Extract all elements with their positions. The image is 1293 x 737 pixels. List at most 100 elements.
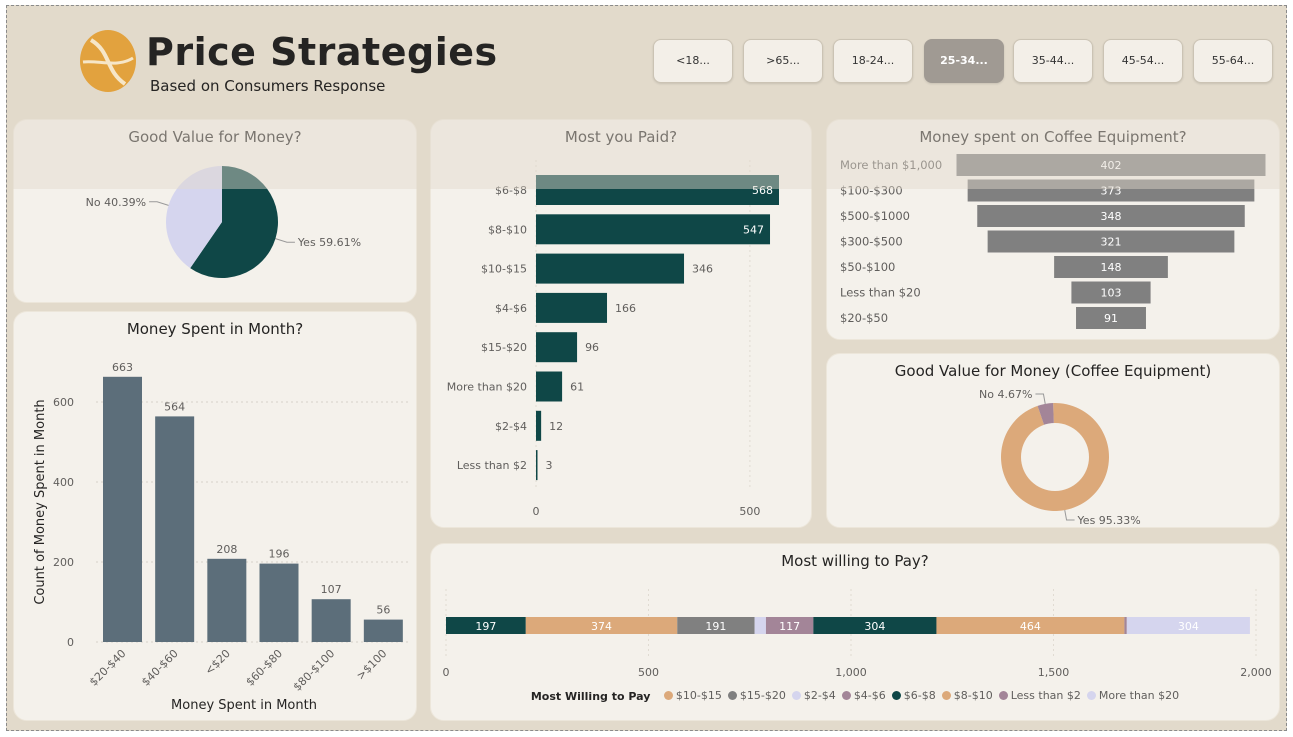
bar-10-15 bbox=[536, 253, 685, 284]
bar-60-80 bbox=[259, 563, 299, 642]
y-axis-title: Count of Money Spent in Month bbox=[33, 399, 48, 604]
bar-8-10 bbox=[536, 214, 771, 245]
x-tick-label: $40-$60 bbox=[139, 647, 181, 689]
bar-20-40 bbox=[103, 376, 142, 642]
stack-value-label: 464 bbox=[1020, 620, 1041, 633]
y-tick-label: 0 bbox=[67, 636, 74, 649]
bar-6-8 bbox=[536, 175, 779, 205]
most-paid-card: Most you Paid? $6-$8 568 $8-$10 547 $10-$15 3… bbox=[430, 119, 812, 528]
stack-segment-less-than-2 bbox=[1124, 617, 1127, 634]
legend-item-4-6[interactable]: $4-$6 bbox=[841, 689, 886, 702]
bar-value-label: 208 bbox=[216, 543, 237, 556]
bar-value-label: 547 bbox=[743, 223, 764, 236]
legend-item-10-15[interactable]: $10-$15 bbox=[663, 689, 722, 702]
dashboard-frame: Price Strategies Based on Consumers Resp… bbox=[6, 5, 1287, 731]
funnel-value-label: 148 bbox=[1101, 261, 1122, 274]
legend-swatch bbox=[663, 691, 673, 700]
most-paid-bar-chart: $6-$8 568 $8-$10 547 $10-$15 346 $4-$6 166 $15-$… bbox=[447, 160, 779, 518]
donut-label-yes: Yes 95.33% bbox=[1077, 514, 1141, 527]
x-tick-label: 0 bbox=[443, 666, 450, 679]
funnel-category-label: $50-$100 bbox=[840, 260, 895, 274]
stack-value-label: 117 bbox=[779, 620, 800, 633]
donut-hole bbox=[1021, 423, 1089, 491]
funnel-value-label: 321 bbox=[1101, 236, 1122, 249]
age-slicer-18-24[interactable]: 18-24... bbox=[833, 39, 913, 83]
legend-label: $2-$4 bbox=[803, 689, 836, 702]
legend-item-15-20[interactable]: $15-$20 bbox=[727, 689, 786, 702]
age-slicer-55-64[interactable]: 55-64... bbox=[1193, 39, 1273, 83]
age-slicer-18[interactable]: <18... bbox=[653, 39, 733, 83]
age-slicer-45-54[interactable]: 45-54... bbox=[1103, 39, 1183, 83]
money-spent-card: Money Spent in Month? 0 200 400 600 663 $20-$… bbox=[13, 311, 417, 721]
page-subtitle: Based on Consumers Response bbox=[150, 77, 386, 95]
bar-100 bbox=[363, 619, 403, 642]
x-tick-label: 2,000 bbox=[1240, 666, 1272, 679]
bar-4-6 bbox=[536, 292, 608, 323]
willing-to-pay-legend: Most Willing to Pay $10-$15 $15-$20 $2-$4 $… bbox=[431, 689, 1279, 703]
legend-label: $6-$8 bbox=[903, 689, 936, 702]
bar-value-label: 564 bbox=[164, 400, 185, 413]
bar-value-label: 107 bbox=[321, 583, 342, 596]
y-tick-label: More than $20 bbox=[447, 381, 527, 394]
x-tick-label: >$100 bbox=[354, 647, 390, 683]
pie-leader-yes bbox=[275, 238, 295, 243]
willing-to-pay-card: Most willing to Pay? 0 500 1,000 1,500 2,000… bbox=[430, 543, 1280, 721]
bar-value-label: 56 bbox=[376, 604, 390, 617]
bar-value-label: 346 bbox=[692, 263, 713, 276]
funnel-category-label: $500-$1000 bbox=[840, 209, 910, 223]
age-slicer-35-44[interactable]: 35-44... bbox=[1013, 39, 1093, 83]
donut-label-no: No 4.67% bbox=[979, 388, 1032, 401]
legend-swatch bbox=[1086, 691, 1096, 700]
equipment-spent-card: Money spent on Coffee Equipment? 402 More… bbox=[826, 119, 1280, 340]
bar-20 bbox=[207, 558, 247, 642]
x-tick-label: 0 bbox=[533, 505, 540, 518]
x-tick-label: 500 bbox=[638, 666, 659, 679]
good-value-card: Good Value for Money? Yes 59.61% No 40.39… bbox=[13, 119, 417, 303]
legend-item-more-than-20[interactable]: More than $20 bbox=[1086, 689, 1179, 702]
pie-label-yes: Yes 59.61% bbox=[297, 236, 361, 249]
x-axis-title: Money Spent in Month bbox=[171, 698, 317, 713]
bar-value-label: 96 bbox=[585, 341, 599, 354]
age-slicer-65[interactable]: >65... bbox=[743, 39, 823, 83]
legend-label: $15-$20 bbox=[739, 689, 786, 702]
legend-label: $8-$10 bbox=[953, 689, 993, 702]
y-tick-label: 600 bbox=[53, 396, 74, 409]
pie-label-no: No 40.39% bbox=[86, 196, 146, 209]
funnel-category-label: More than $1,000 bbox=[840, 158, 942, 172]
donut-leader-yes bbox=[1064, 510, 1075, 521]
age-slicer-25-34[interactable]: 25-34... bbox=[924, 39, 1004, 83]
willing-to-pay-stacked-chart: 0 500 1,000 1,500 2,000 197 374 191 117 304 464 304 bbox=[443, 589, 1272, 679]
y-tick-label: $4-$6 bbox=[495, 302, 527, 315]
bar-value-label: 3 bbox=[546, 459, 553, 472]
x-tick-label: $80-$100 bbox=[291, 647, 338, 694]
funnel-value-label: 103 bbox=[1101, 287, 1122, 300]
equipment-value-card: Good Value for Money (Coffee Equipment) … bbox=[826, 353, 1280, 528]
equipment-value-donut-chart: Yes 95.33% No 4.67% bbox=[979, 388, 1141, 527]
legend-item-less-than-2[interactable]: Less than $2 bbox=[998, 689, 1081, 702]
money-spent-bar-chart: 0 200 400 600 663 $20-$40 564 $40-$60 208 <$20 196… bbox=[33, 361, 409, 713]
y-tick-label: 400 bbox=[53, 476, 74, 489]
legend-item-2-4[interactable]: $2-$4 bbox=[791, 689, 836, 702]
funnel-value-label: 373 bbox=[1101, 185, 1122, 198]
legend-swatch bbox=[841, 691, 851, 700]
legend-label: $10-$15 bbox=[675, 689, 722, 702]
stack-segment-2-4 bbox=[754, 617, 766, 634]
legend-item-8-10[interactable]: $8-$10 bbox=[941, 689, 993, 702]
legend-swatch bbox=[891, 691, 901, 700]
page-title: Price Strategies bbox=[146, 30, 498, 74]
legend-item-6-8[interactable]: $6-$8 bbox=[891, 689, 936, 702]
coffee-bean-logo-icon bbox=[80, 30, 136, 92]
donut-leader-no bbox=[1035, 393, 1046, 404]
y-tick-label: 200 bbox=[53, 556, 74, 569]
y-tick-label: $2-$4 bbox=[495, 420, 527, 433]
y-tick-label: $10-$15 bbox=[481, 263, 527, 276]
stack-value-label: 304 bbox=[864, 620, 885, 633]
funnel-value-label: 91 bbox=[1104, 312, 1118, 325]
funnel-category-label: Less than $20 bbox=[840, 286, 921, 300]
bar-value-label: 166 bbox=[615, 302, 636, 315]
legend-label: $4-$6 bbox=[853, 689, 886, 702]
y-tick-label: $6-$8 bbox=[495, 184, 527, 197]
legend-swatch bbox=[998, 691, 1008, 700]
legend-swatch bbox=[941, 691, 951, 700]
equipment-funnel-chart: 402 More than $1,000 373 $100-$300 348 $500-$… bbox=[840, 154, 1266, 329]
